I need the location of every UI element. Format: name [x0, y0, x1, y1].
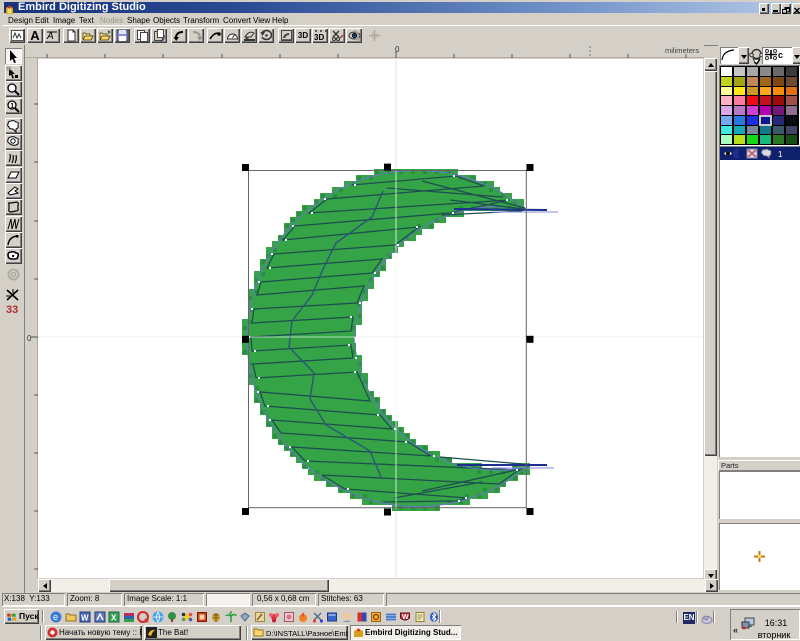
svg-text:1: 1: [10, 103, 14, 110]
svg-text:1: 1: [778, 150, 783, 159]
svg-text:e: e: [53, 612, 58, 622]
svg-text:W: W: [81, 614, 89, 623]
svg-text:milimeters: milimeters: [665, 46, 699, 55]
svg-text:c: c: [778, 50, 783, 60]
svg-text:A: A: [46, 31, 54, 42]
svg-text:X: X: [111, 614, 117, 623]
svg-text:3D: 3D: [314, 33, 324, 42]
svg-text:W: W: [402, 614, 409, 621]
svg-text:0: 0: [27, 334, 32, 343]
svg-text:0: 0: [395, 45, 400, 54]
